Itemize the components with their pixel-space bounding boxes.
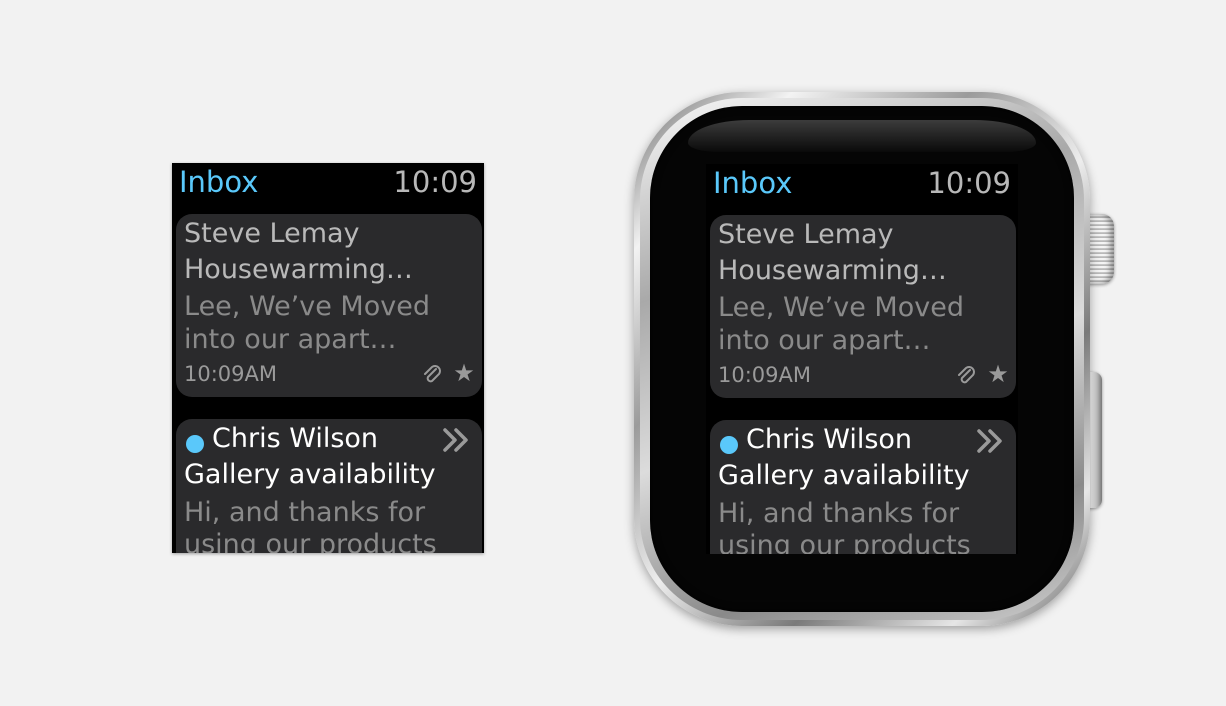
mail-preview: Lee, We’ve Moved into our apart… — [718, 292, 964, 356]
mail-subject: Gallery availability — [184, 459, 436, 490]
star-icon: ★ — [453, 359, 475, 387]
mail-time: 10:09AM — [184, 362, 278, 386]
inbox-title[interactable]: Inbox — [179, 163, 258, 201]
bare-watch-screen: Inbox 10:09 Steve Lemay Housewarming… Le… — [172, 163, 484, 553]
unread-dot-icon — [186, 435, 204, 453]
mail-item-chris-wilson[interactable]: Chris Wilson Gallery availability Hi, an… — [176, 419, 482, 553]
mail-preview: Hi, and thanks for using our products — [718, 498, 971, 554]
mail-sender: Chris Wilson — [212, 423, 379, 454]
mail-subject: Housewarming… — [718, 255, 947, 286]
star-icon: ★ — [987, 360, 1009, 388]
clock-time: 10:09 — [393, 165, 477, 199]
mail-sender: Steve Lemay — [718, 219, 894, 250]
status-bar: Inbox 10:09 — [706, 164, 1018, 204]
watch-screen: Inbox 10:09 Steve Lemay Housewarming… Le… — [706, 164, 1018, 554]
status-bar: Inbox 10:09 — [172, 163, 484, 203]
paperclip-icon — [422, 364, 442, 386]
mail-time: 10:09AM — [718, 363, 812, 387]
mail-item-chris-wilson[interactable]: Chris Wilson Gallery availability Hi, an… — [710, 420, 1016, 554]
clock-time: 10:09 — [927, 166, 1011, 200]
mail-subject: Gallery availability — [718, 460, 970, 491]
double-chevron-icon — [976, 428, 1006, 454]
mail-sender: Chris Wilson — [746, 424, 913, 455]
screen-glare — [688, 120, 1036, 152]
mail-subject: Housewarming… — [184, 254, 413, 285]
inbox-title[interactable]: Inbox — [713, 164, 792, 202]
unread-dot-icon — [720, 436, 738, 454]
double-chevron-icon — [442, 427, 472, 453]
mail-item-steve-lemay[interactable]: Steve Lemay Housewarming… Lee, We’ve Mov… — [710, 215, 1016, 398]
paperclip-icon — [956, 365, 976, 387]
mail-preview: Lee, We’ve Moved into our apart… — [184, 291, 430, 355]
mail-item-steve-lemay[interactable]: Steve Lemay Housewarming… Lee, We’ve Mov… — [176, 214, 482, 397]
mail-preview: Hi, and thanks for using our products — [184, 497, 437, 553]
watch-case: Inbox 10:09 Steve Lemay Housewarming… Le… — [634, 92, 1090, 626]
mail-sender: Steve Lemay — [184, 218, 360, 249]
